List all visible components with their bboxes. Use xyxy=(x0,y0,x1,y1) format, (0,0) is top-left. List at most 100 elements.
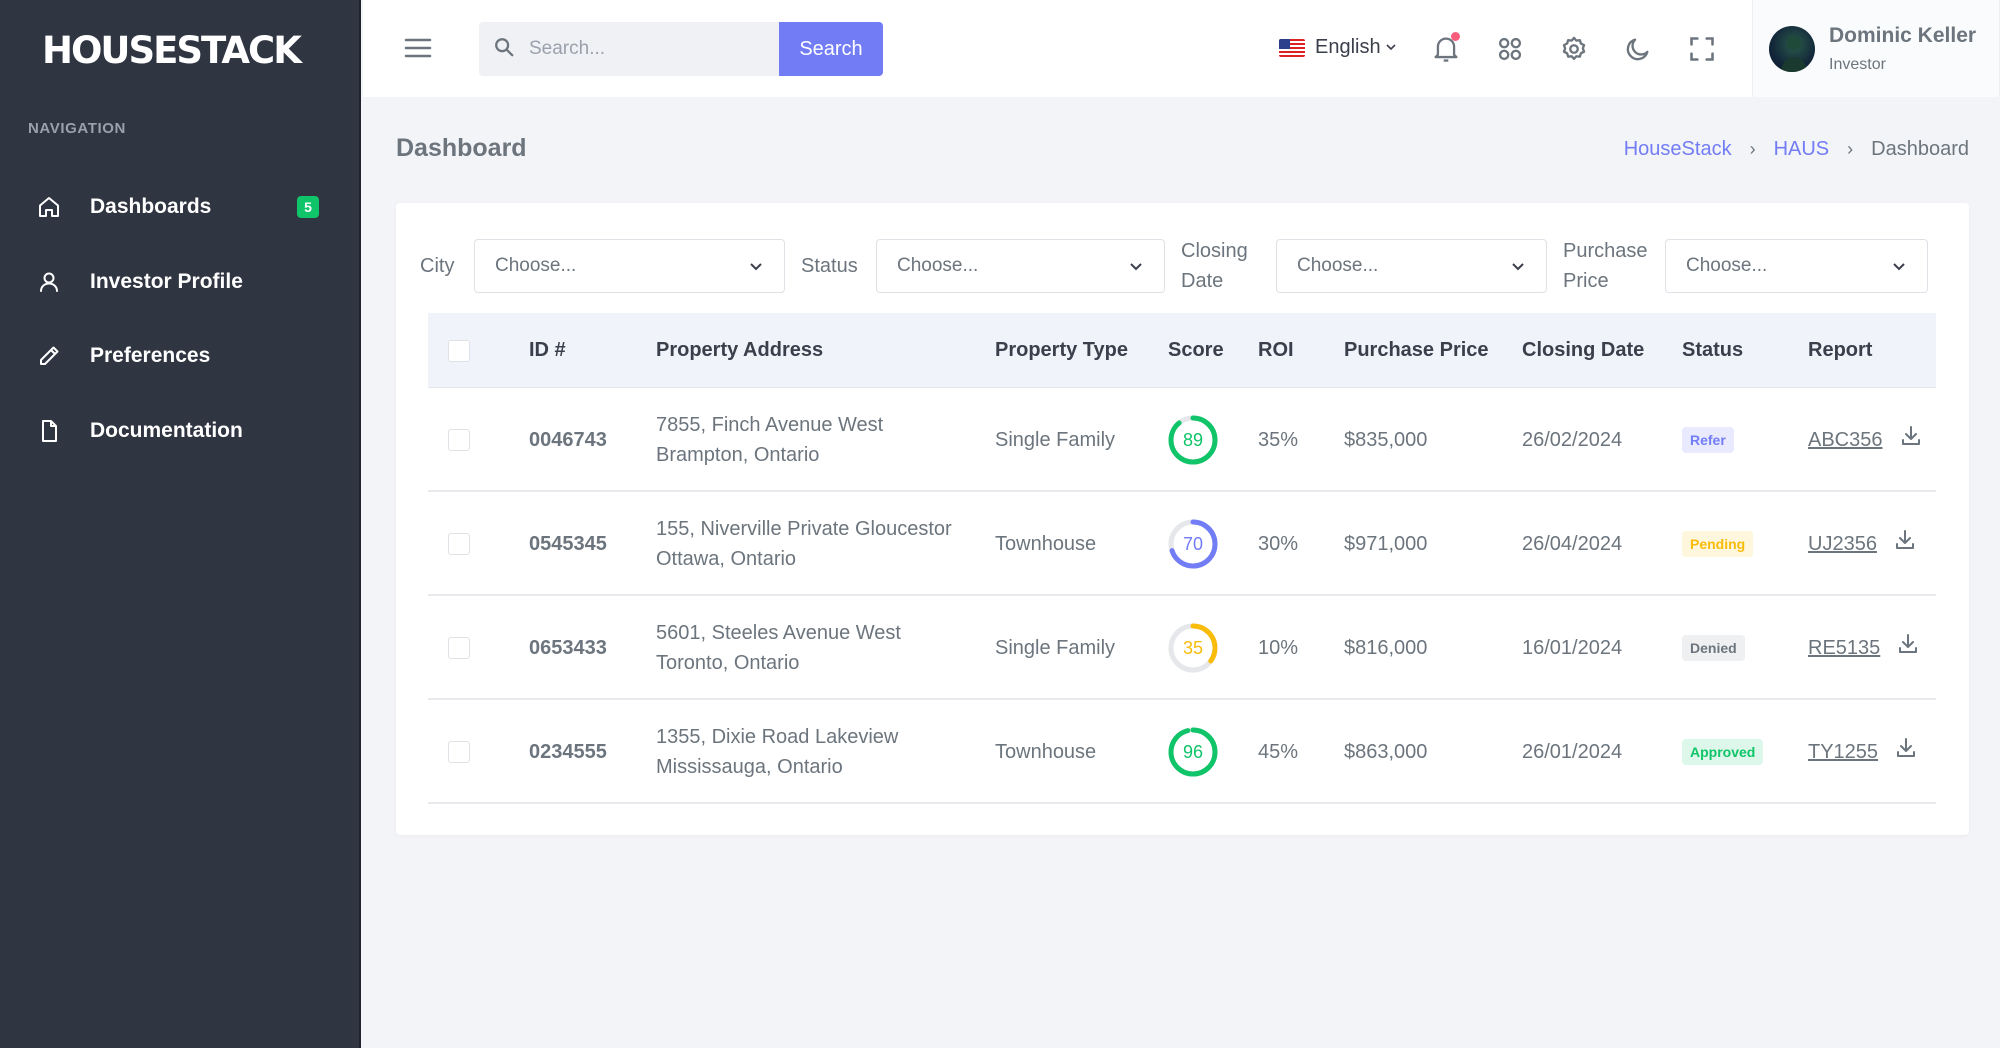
select-value: Choose... xyxy=(495,255,577,276)
filter-label-purchase-price: Purchase Price xyxy=(1563,236,1648,296)
column-header-id[interactable]: ID # xyxy=(529,313,566,388)
breadcrumb: HouseStack › HAUS › Dashboard xyxy=(1624,138,1969,161)
select-all-checkbox[interactable] xyxy=(448,339,470,362)
address-line: Toronto, Ontario xyxy=(656,652,800,674)
status-badge: Denied xyxy=(1682,635,1745,661)
column-header-roi[interactable]: ROI xyxy=(1258,313,1294,388)
search-input[interactable] xyxy=(529,38,749,60)
score-value: 35 xyxy=(1182,637,1204,658)
column-header-status[interactable]: Status xyxy=(1682,313,1743,388)
sidebar-item-label: Preferences xyxy=(90,344,211,368)
select-value: Choose... xyxy=(1686,255,1768,276)
report-link[interactable]: TY1255 xyxy=(1808,741,1878,764)
column-header-report[interactable]: Report xyxy=(1808,313,1872,388)
closing-date-select[interactable]: Choose... xyxy=(1276,239,1547,293)
chevron-right-icon: › xyxy=(1749,139,1756,159)
user-icon xyxy=(36,269,62,295)
sidebar-item-label: Documentation xyxy=(90,418,243,442)
apps-grid-icon xyxy=(1498,37,1522,61)
logo[interactable]: HOUSESTACK xyxy=(42,28,302,72)
language-selector[interactable]: English xyxy=(1279,36,1397,59)
property-id: 0653433 xyxy=(529,636,607,659)
address-line: 5601, Steeles Avenue West xyxy=(656,622,901,644)
column-header-closing-date[interactable]: Closing Date xyxy=(1522,313,1644,388)
column-header-score[interactable]: Score xyxy=(1168,313,1224,388)
user-menu[interactable]: Dominic Keller Investor xyxy=(1752,0,2000,97)
sidebar-item-documentation[interactable]: Documentation xyxy=(0,394,361,469)
closing-date: 26/02/2024 xyxy=(1522,428,1623,451)
row-checkbox[interactable] xyxy=(448,533,470,555)
report-link[interactable]: RE5135 xyxy=(1808,637,1880,660)
table-row[interactable]: 0046743 7855, Finch Avenue West Brampton, … xyxy=(428,388,1936,492)
search-button[interactable]: Search xyxy=(779,22,883,76)
closing-date: 16/01/2024 xyxy=(1522,636,1623,659)
chevron-down-icon xyxy=(1891,258,1907,280)
address-line: Mississauga, Ontario xyxy=(656,756,843,778)
label-line: Purchase xyxy=(1563,240,1648,262)
table-row[interactable]: 0545345 155, Niverville Private Gloucesto… xyxy=(428,492,1936,596)
purchase-price-select[interactable]: Choose... xyxy=(1665,239,1928,293)
property-id: 0046743 xyxy=(529,428,607,451)
purchase-price: $835,000 xyxy=(1344,428,1428,451)
breadcrumb-link-haus[interactable]: HAUS xyxy=(1774,138,1830,161)
property-type: Single Family xyxy=(995,636,1116,659)
user-role: Investor xyxy=(1829,55,1886,73)
moon-icon xyxy=(1626,38,1649,61)
table-row[interactable]: 0653433 5601, Steeles Avenue West Toronto,… xyxy=(428,596,1936,700)
chevron-down-icon xyxy=(1510,258,1526,280)
property-address: 155, Niverville Private Gloucestor Ottawa… xyxy=(656,492,952,596)
city-select[interactable]: Choose... xyxy=(474,239,785,293)
notifications-button[interactable] xyxy=(1429,32,1463,66)
settings-button[interactable] xyxy=(1557,32,1591,66)
download-icon[interactable] xyxy=(1893,528,1917,552)
sidebar-item-dashboards[interactable]: Dashboards 5 xyxy=(0,170,361,245)
sidebar-nav: Dashboards 5 Investor Profile Preference… xyxy=(0,170,361,468)
home-icon xyxy=(36,194,62,220)
sidebar-item-investor-profile[interactable]: Investor Profile xyxy=(0,245,361,320)
search-field xyxy=(479,22,779,76)
dark-mode-toggle[interactable] xyxy=(1621,32,1655,66)
filter-label-status: Status xyxy=(801,255,858,277)
label-line: Date xyxy=(1181,270,1224,292)
roi-value: 10% xyxy=(1258,636,1299,659)
address-line: 7855, Finch Avenue West xyxy=(656,414,884,436)
download-icon[interactable] xyxy=(1896,632,1920,656)
gear-icon xyxy=(1562,36,1586,61)
select-all-cell xyxy=(448,313,470,388)
sidebar: HOUSESTACK NAVIGATION Dashboards 5 Inves… xyxy=(0,0,361,1048)
status-select[interactable]: Choose... xyxy=(876,239,1165,293)
download-icon[interactable] xyxy=(1899,424,1923,448)
report-link[interactable]: ABC356 xyxy=(1808,429,1883,452)
apps-button[interactable] xyxy=(1493,32,1527,66)
property-address: 7855, Finch Avenue West Brampton, Ontario xyxy=(656,388,883,492)
fullscreen-button[interactable] xyxy=(1685,32,1719,66)
us-flag-icon xyxy=(1279,38,1305,57)
breadcrumb-link-housestack[interactable]: HouseStack xyxy=(1624,138,1732,161)
closing-date: 26/04/2024 xyxy=(1522,532,1623,555)
closing-date: 26/01/2024 xyxy=(1522,740,1623,763)
status-cell: Approved xyxy=(1682,700,1764,804)
score-ring: 96 xyxy=(1167,726,1219,778)
sidebar-item-preferences[interactable]: Preferences xyxy=(0,319,361,394)
filter-label-city: City xyxy=(420,255,455,277)
report-link[interactable]: UJ2356 xyxy=(1808,533,1877,556)
user-info: Dominic Keller Investor xyxy=(1829,24,1976,74)
column-header-purchase-price[interactable]: Purchase Price xyxy=(1344,313,1489,388)
row-checkbox[interactable] xyxy=(448,741,470,763)
address-line: 155, Niverville Private Gloucestor xyxy=(656,518,952,540)
property-type: Single Family xyxy=(995,428,1116,451)
score-value: 70 xyxy=(1182,533,1204,554)
column-header-address[interactable]: Property Address xyxy=(656,313,823,388)
row-checkbox[interactable] xyxy=(448,429,470,451)
row-checkbox[interactable] xyxy=(448,637,470,659)
table-row[interactable]: 0234555 1355, Dixie Road Lakeview Mississa… xyxy=(428,700,1936,804)
property-type: Townhouse xyxy=(995,740,1097,763)
property-address: 5601, Steeles Avenue West Toronto, Ontari… xyxy=(656,596,901,700)
search-bar: Search xyxy=(479,22,883,76)
score-ring: 89 xyxy=(1167,414,1219,466)
fullscreen-icon xyxy=(1690,37,1714,61)
menu-toggle-icon[interactable] xyxy=(403,34,433,62)
roi-value: 35% xyxy=(1258,428,1299,451)
download-icon[interactable] xyxy=(1894,736,1918,760)
column-header-type[interactable]: Property Type xyxy=(995,313,1128,388)
